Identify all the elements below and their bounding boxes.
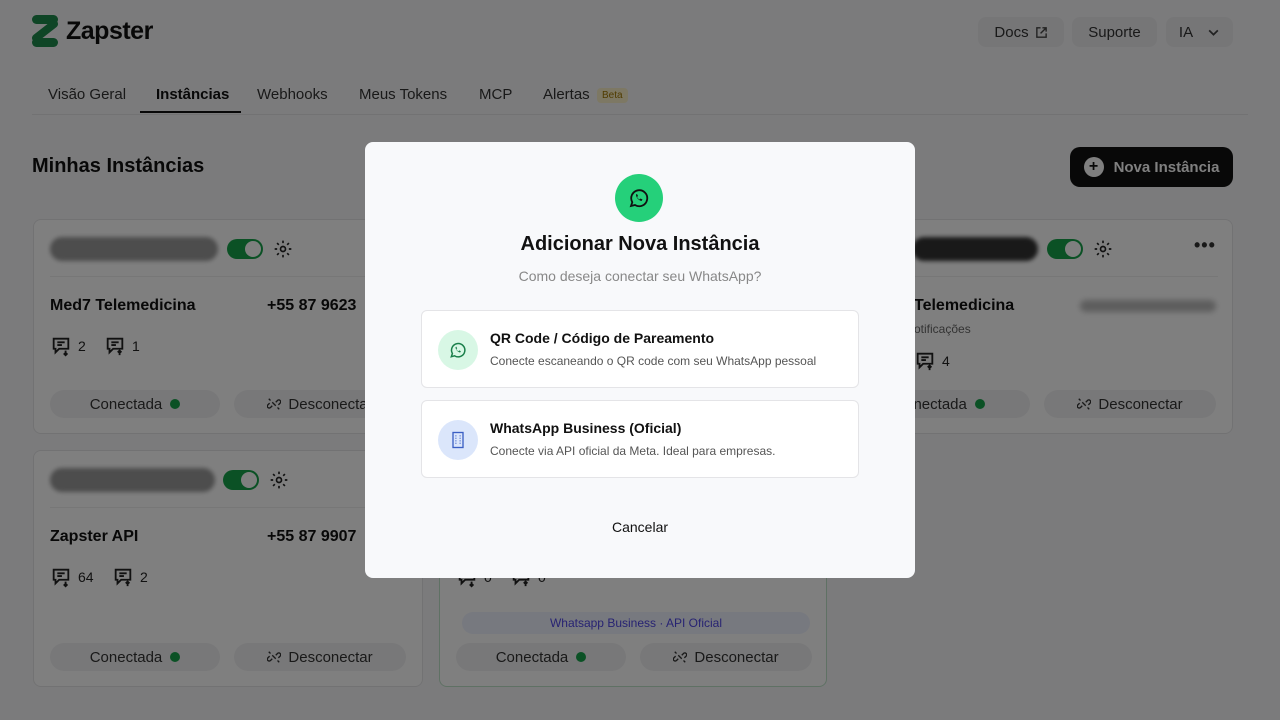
add-instance-dialog: Adicionar Nova Instância Como deseja con… <box>365 142 915 578</box>
dialog-subtitle: Como deseja conectar seu WhatsApp? <box>518 268 762 284</box>
option-icon-wrapper <box>438 330 478 370</box>
option-icon-wrapper <box>438 420 478 460</box>
option-title: WhatsApp Business (Oficial) <box>490 420 682 436</box>
option-qr-code[interactable]: QR Code / Código de Pareamento Conecte e… <box>421 310 859 388</box>
option-whatsapp-business[interactable]: WhatsApp Business (Oficial) Conecte via … <box>421 400 859 478</box>
whatsapp-icon <box>629 189 649 208</box>
whatsapp-icon <box>450 342 466 358</box>
option-title: QR Code / Código de Pareamento <box>490 330 715 346</box>
option-description: Conecte escaneando o QR code com seu Wha… <box>490 354 817 368</box>
whatsapp-badge <box>615 174 663 222</box>
dialog-title: Adicionar Nova Instância <box>520 233 760 255</box>
option-description: Conecte via API oficial da Meta. Ideal p… <box>490 444 776 458</box>
cancel-button[interactable]: Cancelar <box>590 515 690 539</box>
building-icon <box>452 431 464 449</box>
